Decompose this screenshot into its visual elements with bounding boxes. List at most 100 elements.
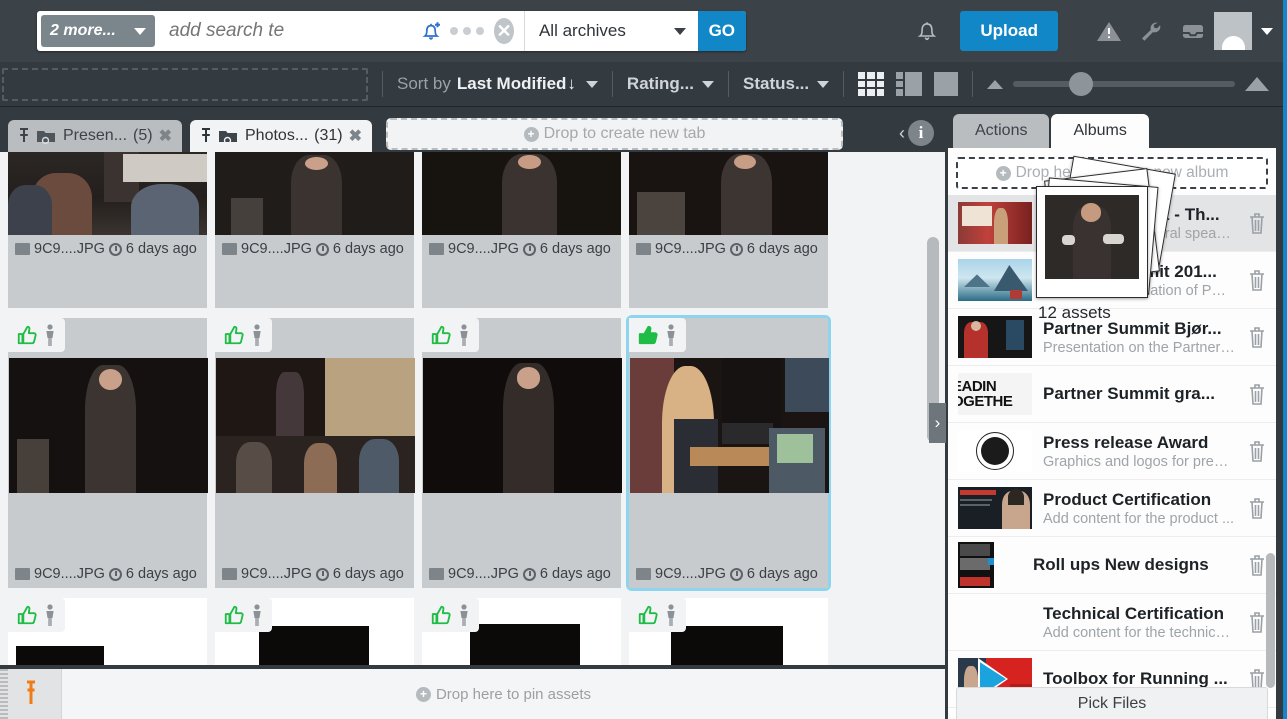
zoom-slider-knob[interactable] — [1069, 72, 1094, 96]
album-row[interactable]: Press release Award Graphics and logos f… — [948, 423, 1276, 480]
trash-icon[interactable] — [1246, 382, 1268, 406]
pin-bar-handle[interactable] — [0, 669, 62, 719]
album-row[interactable]: Partner Summit 201... The best combinati… — [948, 252, 1276, 309]
trash-icon[interactable] — [1246, 211, 1268, 235]
search-go-button[interactable]: GO — [697, 11, 746, 51]
clear-circle-icon[interactable]: ✕ — [494, 18, 514, 44]
asset-cell[interactable]: 9C9....JPG 6 days ago — [8, 152, 207, 308]
asset-meta: 9C9....JPG 6 days ago — [422, 560, 621, 588]
rating-filter[interactable]: Rating... — [627, 74, 714, 94]
album-description: The best combination of PDFs... — [1043, 282, 1235, 299]
asset-cell[interactable]: 9C9....JPG 6 days ago — [629, 152, 828, 308]
sort-by-value[interactable]: Last Modified — [457, 74, 567, 94]
trash-icon[interactable] — [1246, 268, 1268, 292]
asset-cell[interactable] — [629, 598, 828, 665]
zoom-large-icon[interactable] — [1245, 77, 1269, 91]
asset-cell[interactable] — [215, 598, 414, 665]
asset-badges — [8, 318, 65, 352]
album-list-scrollbar[interactable] — [1266, 553, 1275, 688]
toolbar-drop-zone[interactable] — [2, 67, 368, 101]
asset-badges — [422, 318, 479, 352]
person-icon[interactable] — [457, 604, 471, 626]
thumbs-up-icon[interactable] — [430, 604, 452, 626]
trash-icon[interactable] — [1246, 553, 1268, 577]
view-mode-group — [858, 72, 959, 97]
search-input[interactable] — [155, 20, 416, 42]
upload-button[interactable]: Upload — [960, 11, 1058, 51]
tab-presentations[interactable]: Presen... (5) ✖ — [8, 120, 182, 152]
pick-files-button[interactable]: Pick Files — [956, 687, 1268, 719]
single-view-icon[interactable] — [934, 72, 959, 96]
person-icon[interactable] — [250, 324, 264, 346]
person-icon[interactable] — [43, 604, 57, 626]
archive-select[interactable]: All archives — [523, 11, 698, 51]
tab-albums[interactable]: Albums — [1051, 114, 1149, 148]
sort-direction-icon[interactable]: ↓ — [567, 74, 576, 94]
thumbs-up-icon[interactable] — [16, 604, 38, 626]
thumbs-up-icon[interactable] — [223, 604, 245, 626]
album-row[interactable]: Partner Summit Bjør... Presentation on t… — [948, 309, 1276, 366]
panel-collapse-handle[interactable]: › — [929, 403, 946, 443]
split-view-icon[interactable] — [896, 72, 923, 97]
pin-drop-zone[interactable]: + Drop here to pin assets — [62, 669, 945, 719]
tab-photos[interactable]: Photos... (31) ✖ — [190, 120, 373, 152]
bell-plus-icon[interactable] — [416, 16, 446, 46]
person-icon[interactable] — [664, 604, 678, 626]
album-row[interactable]: Roll ups New designs — [948, 537, 1276, 594]
trash-icon[interactable] — [1246, 439, 1268, 463]
asset-cell[interactable]: 9C9....JPG 6 days ago — [215, 152, 414, 308]
thumbnail-zoom-slider[interactable] — [987, 72, 1287, 96]
chevron-down-icon[interactable] — [1261, 22, 1273, 40]
album-list: Partner Summit - Th... Photos of the gen… — [948, 195, 1276, 708]
asset-cell[interactable] — [422, 598, 621, 665]
person-icon[interactable] — [43, 324, 57, 346]
asset-cell[interactable]: 9C9....JPG 6 days ago — [215, 318, 415, 588]
search-bar: 2 more... ✕ All archives GO — [37, 11, 746, 51]
image-file-icon — [429, 243, 444, 255]
person-icon[interactable] — [457, 324, 471, 346]
album-row[interactable]: EADIN OGETHE Partner Summit gra... — [948, 366, 1276, 423]
search-filter-chip[interactable]: 2 more... — [41, 15, 155, 47]
thumbs-up-icon[interactable] — [16, 324, 38, 346]
album-row[interactable]: Product Certification Add content for th… — [948, 480, 1276, 537]
clock-icon — [315, 242, 329, 256]
trash-icon[interactable] — [1246, 325, 1268, 349]
asset-cell[interactable]: 9C9....JPG 6 days ago — [422, 318, 622, 588]
album-row[interactable]: Technical Certification Add content for … — [948, 594, 1276, 651]
zoom-small-icon[interactable] — [987, 79, 1004, 89]
grid-view-icon[interactable] — [858, 72, 885, 96]
new-tab-drop-zone[interactable]: + Drop to create new tab — [386, 118, 843, 150]
warning-triangle-icon[interactable] — [1088, 11, 1130, 51]
album-row[interactable]: Partner Summit - Th... Photos of the gen… — [948, 195, 1276, 252]
info-panel-toggle[interactable]: ‹ i — [899, 120, 934, 146]
close-icon[interactable]: ✖ — [159, 126, 172, 146]
chevron-down-icon[interactable] — [585, 75, 598, 93]
trash-icon[interactable] — [1246, 610, 1268, 634]
inbox-icon[interactable] — [1172, 11, 1214, 51]
person-icon[interactable] — [250, 604, 264, 626]
album-thumbnail — [958, 542, 994, 588]
thumbs-up-icon[interactable] — [223, 324, 245, 346]
create-album-drop-zone[interactable]: + Drop here to create new album — [956, 157, 1268, 189]
zoom-slider-track[interactable] — [1013, 72, 1235, 96]
avatar[interactable] — [1214, 12, 1252, 50]
person-icon[interactable] — [664, 324, 678, 346]
tab-actions[interactable]: Actions — [953, 114, 1050, 148]
bell-icon[interactable] — [904, 11, 950, 51]
trash-icon[interactable] — [1246, 496, 1268, 520]
ellipsis-icon[interactable] — [450, 27, 484, 35]
asset-cell[interactable]: 9C9....JPG 6 days ago — [8, 318, 208, 588]
asset-cell[interactable]: 9C9....JPG 6 days ago — [422, 152, 621, 308]
asset-meta: 9C9....JPG 6 days ago — [629, 235, 828, 263]
close-icon[interactable]: ✖ — [349, 126, 362, 146]
thumbs-up-icon[interactable] — [637, 324, 659, 346]
asset-thumbnail — [422, 152, 621, 235]
asset-cell-selected[interactable]: 9C9....JPG 6 days ago — [626, 315, 831, 591]
asset-row — [0, 598, 945, 665]
wrench-icon[interactable] — [1130, 11, 1172, 51]
status-filter[interactable]: Status... — [743, 74, 830, 94]
album-title: Technical Certification — [1043, 603, 1225, 623]
asset-cell[interactable] — [8, 598, 207, 665]
thumbs-up-icon[interactable] — [637, 604, 659, 626]
thumbs-up-icon[interactable] — [430, 324, 452, 346]
